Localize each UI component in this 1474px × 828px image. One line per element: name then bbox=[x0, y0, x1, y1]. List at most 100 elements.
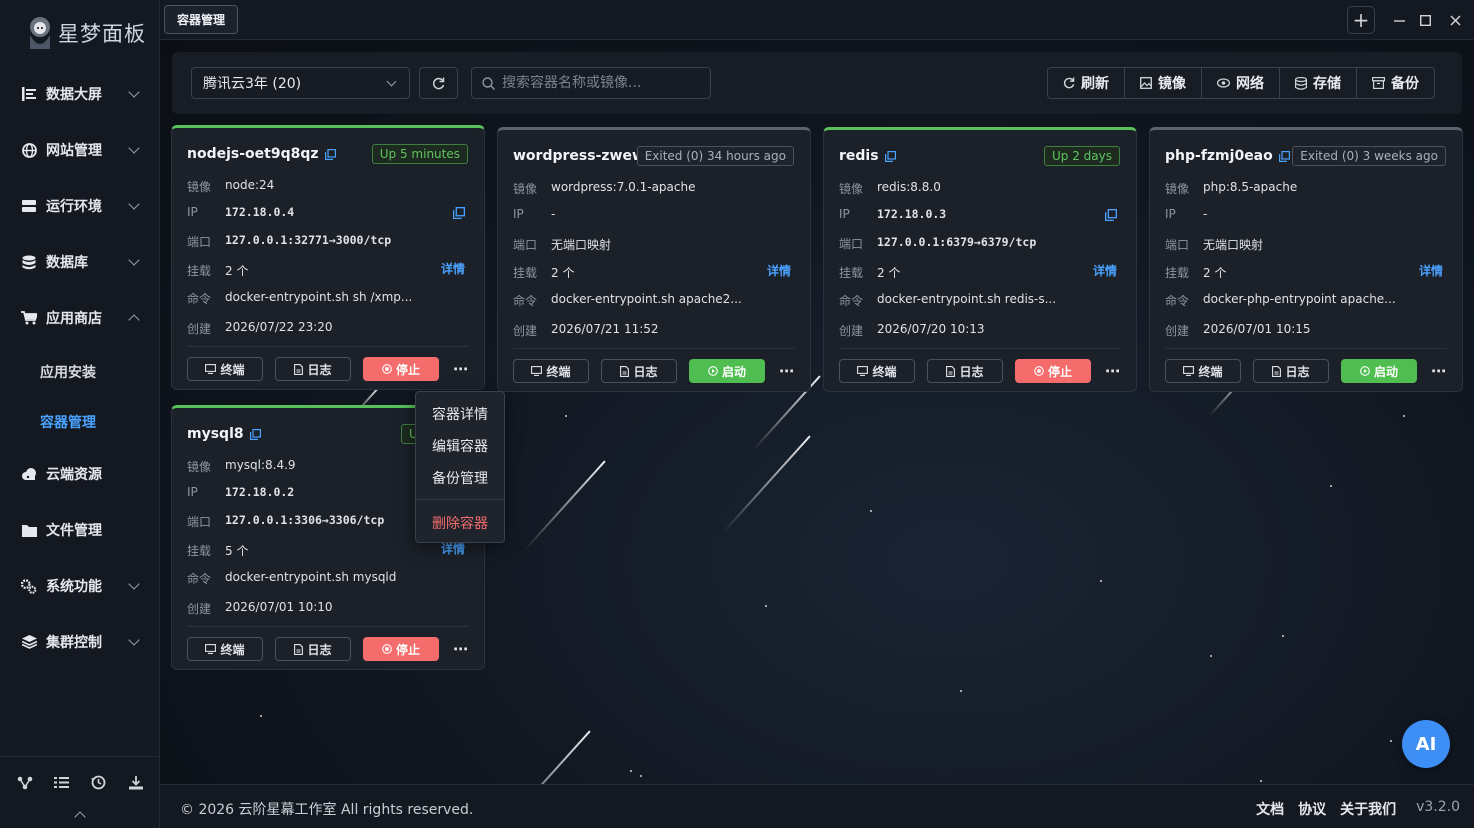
collapse-sidebar-icon[interactable] bbox=[74, 811, 86, 823]
app-logo[interactable]: 星梦面板 bbox=[26, 12, 146, 54]
terminal-button[interactable]: 终端 bbox=[839, 359, 915, 383]
copy-icon[interactable] bbox=[249, 428, 261, 440]
details-link[interactable]: 详情 bbox=[1419, 262, 1443, 279]
ai-assistant-button[interactable]: AI bbox=[1402, 720, 1450, 768]
more-options-button[interactable]: ⋯ bbox=[777, 359, 797, 383]
stop-button[interactable]: 停止 bbox=[363, 637, 439, 661]
network-button[interactable]: 网络 bbox=[1202, 68, 1280, 98]
star bbox=[1403, 415, 1405, 417]
sidebar-item-system[interactable]: 系统功能 bbox=[0, 566, 160, 606]
logs-button[interactable]: 日志 bbox=[601, 359, 677, 383]
reload-button[interactable] bbox=[419, 67, 458, 99]
stop-button[interactable]: 停止 bbox=[363, 357, 439, 381]
more-options-button[interactable]: ⋯ bbox=[451, 637, 471, 661]
logs-button[interactable]: 日志 bbox=[275, 637, 351, 661]
sidebar-item-label: 云端资源 bbox=[46, 467, 102, 483]
copy-icon[interactable] bbox=[884, 150, 896, 162]
logs-button[interactable]: 日志 bbox=[275, 357, 351, 381]
copy-icon[interactable] bbox=[453, 207, 465, 219]
more-options-button[interactable]: ⋯ bbox=[451, 357, 471, 381]
start-button[interactable]: 启动 bbox=[1341, 359, 1417, 383]
container-image: mysql:8.4.9 bbox=[225, 458, 296, 472]
maximize-button[interactable] bbox=[1411, 6, 1439, 34]
monitor-icon bbox=[205, 644, 217, 654]
copy-icon[interactable] bbox=[324, 148, 336, 160]
close-button[interactable] bbox=[1441, 6, 1469, 34]
refresh-icon bbox=[432, 77, 445, 89]
copy-icon[interactable] bbox=[1278, 150, 1290, 162]
folder-icon bbox=[21, 522, 37, 538]
sidebar-item-cluster[interactable]: 集群控制 bbox=[0, 622, 160, 662]
container-ip: 172.18.0.4 bbox=[225, 205, 295, 219]
server-select[interactable]: 腾讯云3年 (20) bbox=[191, 67, 410, 99]
star bbox=[565, 415, 567, 417]
layers-icon bbox=[21, 634, 37, 650]
refresh-button[interactable]: 刷新 bbox=[1048, 68, 1125, 98]
sidebar-item-label: 数据大屏 bbox=[46, 87, 102, 103]
star bbox=[260, 715, 262, 717]
sidebar-item-files[interactable]: 文件管理 bbox=[0, 510, 160, 550]
tab-container-management[interactable]: 容器管理 bbox=[164, 5, 239, 34]
sidebar-subitem-container-management[interactable]: 容器管理 bbox=[40, 412, 96, 432]
start-button[interactable]: 启动 bbox=[689, 359, 765, 383]
terminal-button[interactable]: 终端 bbox=[513, 359, 589, 383]
logs-button[interactable]: 日志 bbox=[1253, 359, 1329, 383]
container-ip: 172.18.0.2 bbox=[225, 485, 295, 499]
container-context-menu: 容器详情 编辑容器 备份管理 删除容器 bbox=[415, 391, 505, 543]
docs-link[interactable]: 文档 bbox=[1256, 799, 1284, 819]
menu-item-backup-management[interactable]: 备份管理 bbox=[432, 468, 488, 488]
storage-button[interactable]: 存储 bbox=[1280, 68, 1357, 98]
menu-item-edit-container[interactable]: 编辑容器 bbox=[432, 436, 488, 456]
terminal-button[interactable]: 终端 bbox=[1165, 359, 1241, 383]
copy-icon[interactable] bbox=[1105, 209, 1117, 221]
server-icon bbox=[21, 198, 37, 214]
list-check-icon[interactable] bbox=[53, 774, 71, 792]
more-options-button[interactable]: ⋯ bbox=[1429, 359, 1449, 383]
footer-links: 文档 协议 关于我们 v3.2.0 bbox=[1256, 799, 1460, 819]
minimize-icon bbox=[1393, 19, 1405, 22]
status-badge: Exited (0) 3 weeks ago bbox=[1292, 146, 1446, 166]
stop-button[interactable]: 停止 bbox=[1015, 359, 1091, 383]
images-button[interactable]: 镜像 bbox=[1125, 68, 1202, 98]
monitor-icon bbox=[205, 364, 217, 374]
status-badge: Exited (0) 34 hours ago bbox=[636, 146, 794, 166]
sidebar-item-cloud[interactable]: 云端资源 bbox=[0, 454, 160, 494]
sidebar-item-dashboard[interactable]: 数据大屏 bbox=[0, 74, 160, 114]
backup-button[interactable]: 备份 bbox=[1357, 68, 1434, 98]
terminal-button[interactable]: 终端 bbox=[187, 637, 263, 661]
container-name: mysql8 bbox=[187, 426, 261, 442]
details-link[interactable]: 详情 bbox=[1093, 262, 1117, 279]
more-options-button[interactable]: ⋯ bbox=[1103, 359, 1123, 383]
sidebar-item-label: 集群控制 bbox=[46, 635, 102, 651]
sidebar-item-app-store[interactable]: 应用商店 bbox=[0, 298, 160, 338]
container-created: 2026/07/01 10:15 bbox=[1203, 322, 1311, 336]
search-box bbox=[471, 67, 711, 99]
history-icon[interactable] bbox=[90, 774, 108, 792]
footer: © 2026 云阶星幕工作室 All rights reserved. 文档 协… bbox=[160, 784, 1474, 828]
minimize-button[interactable] bbox=[1385, 6, 1413, 34]
container-card: php-fzmj0eao Exited (0) 3 weeks ago 镜像 ph… bbox=[1149, 127, 1463, 392]
share-nodes-icon[interactable] bbox=[16, 774, 34, 792]
add-tab-button[interactable]: + bbox=[1347, 6, 1375, 34]
details-link[interactable]: 详情 bbox=[441, 260, 465, 277]
sidebar-item-website[interactable]: 网站管理 bbox=[0, 130, 160, 170]
details-link[interactable]: 详情 bbox=[767, 262, 791, 279]
sidebar-subitem-app-install[interactable]: 应用安装 bbox=[40, 362, 96, 382]
sidebar-item-runtime[interactable]: 运行环境 bbox=[0, 186, 160, 226]
agreement-link[interactable]: 协议 bbox=[1298, 799, 1326, 819]
logs-button[interactable]: 日志 bbox=[927, 359, 1003, 383]
about-link[interactable]: 关于我们 bbox=[1340, 799, 1396, 819]
menu-item-container-details[interactable]: 容器详情 bbox=[432, 404, 488, 424]
search-input[interactable] bbox=[502, 75, 702, 91]
container-created: 2026/07/20 10:13 bbox=[877, 322, 985, 336]
download-icon[interactable] bbox=[127, 774, 145, 792]
cart-icon bbox=[21, 310, 37, 326]
menu-item-delete-container[interactable]: 删除容器 bbox=[432, 513, 488, 533]
container-created: 2026/07/21 11:52 bbox=[551, 322, 659, 336]
terminal-button[interactable]: 终端 bbox=[187, 357, 263, 381]
chevron-up-icon bbox=[128, 314, 140, 326]
sidebar-item-database[interactable]: 数据库 bbox=[0, 242, 160, 282]
container-command: docker-php-entrypoint apache... bbox=[1203, 292, 1396, 306]
container-command: docker-entrypoint.sh apache2... bbox=[551, 292, 742, 306]
container-image: php:8.5-apache bbox=[1203, 180, 1298, 194]
